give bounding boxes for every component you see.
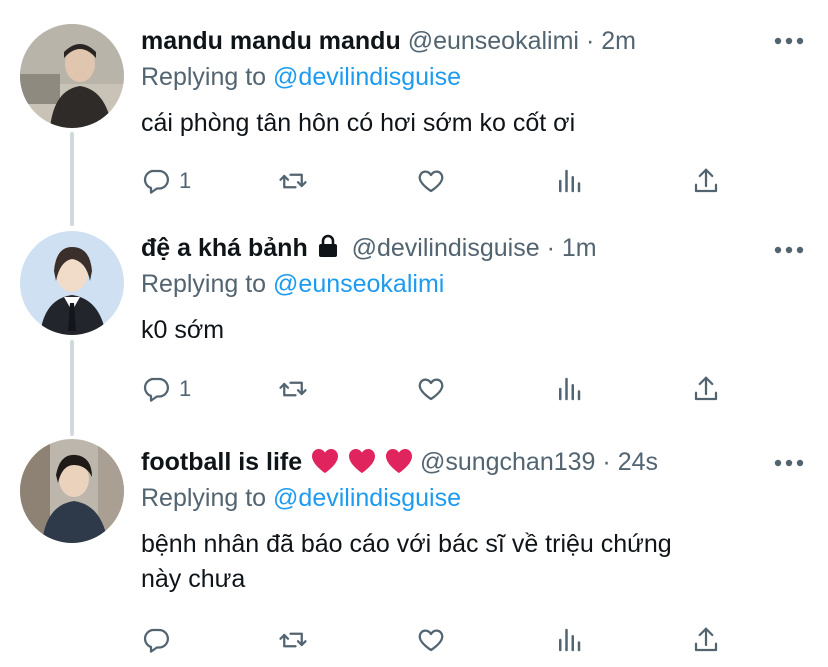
reply-bubble-icon <box>143 377 169 402</box>
like-button[interactable] <box>416 372 446 406</box>
reply-button[interactable]: 1 <box>141 372 191 406</box>
display-name[interactable]: đệ a khá bảnh <box>141 234 308 262</box>
share-upload-icon <box>694 168 718 193</box>
analytics-bars-icon <box>559 628 581 652</box>
retweet-icon <box>279 632 307 648</box>
reply-count: 1 <box>179 168 192 193</box>
tweet[interactable]: football is life @sungchan139 · 24s Repl… <box>0 423 828 667</box>
reply-count: 1 <box>179 376 192 401</box>
user-handle[interactable]: @devilindisguise <box>352 234 540 262</box>
share-button[interactable] <box>691 372 721 406</box>
tweet-text: cái phòng tân hôn có hơi sớm ko cốt ơi <box>141 109 576 137</box>
tweet-header: đệ a khá bảnh @devilindisguise · 1m <box>141 231 808 265</box>
analytics-button[interactable] <box>554 623 584 657</box>
reply-button[interactable] <box>141 623 179 657</box>
retweet-button[interactable] <box>278 372 308 406</box>
share-button[interactable] <box>691 623 721 657</box>
mention-link[interactable]: @devilindisguise <box>273 63 461 91</box>
avatar-photo <box>20 231 124 335</box>
like-button[interactable] <box>416 164 446 198</box>
tweet-header: mandu mandu mandu @eunseokalimi · 2m <box>141 24 808 58</box>
tweet-text: bệnh nhân đã báo cáo với bác sĩ về triệu… <box>141 527 808 597</box>
tweet-text: k0 sớm <box>141 316 225 344</box>
timestamp[interactable]: 2m <box>601 27 636 55</box>
more-dots-icon[interactable] <box>774 37 804 45</box>
timestamp[interactable]: 1m <box>562 234 597 262</box>
tweet[interactable]: đệ a khá bảnh @devilindisguise · 1m Repl… <box>0 215 828 423</box>
reply-bubble-icon <box>143 169 169 194</box>
retweet-icon <box>279 173 307 189</box>
share-button[interactable] <box>691 164 721 198</box>
red-heart-emoji-icon <box>385 449 412 473</box>
analytics-button[interactable] <box>554 372 584 406</box>
retweet-button[interactable] <box>278 623 308 657</box>
display-name[interactable]: mandu mandu mandu <box>141 27 401 55</box>
tweet[interactable]: mandu mandu mandu @eunseokalimi · 2m Rep… <box>0 0 828 215</box>
display-name[interactable]: football is life <box>141 448 302 476</box>
avatar-photo <box>20 439 124 543</box>
tweet-actions <box>141 623 741 657</box>
more-dots-icon[interactable] <box>774 246 804 254</box>
analytics-bars-icon <box>559 377 581 401</box>
replying-to-label: Replying to <box>141 270 267 298</box>
retweet-button[interactable] <box>278 164 308 198</box>
reply-bubble-icon <box>143 628 169 653</box>
heart-icon <box>418 170 444 193</box>
tweet-actions: 1 <box>141 372 741 406</box>
tweet-actions: 1 <box>141 164 741 198</box>
avatar[interactable] <box>20 439 124 543</box>
reply-button[interactable]: 1 <box>141 164 191 198</box>
tweet-text-line: bệnh nhân đã báo cáo với bác sĩ về triệu… <box>141 530 672 558</box>
retweet-icon <box>279 381 307 397</box>
share-upload-icon <box>694 376 718 401</box>
mention-link[interactable]: @devilindisguise <box>273 484 461 512</box>
replying-to-label: Replying to <box>141 484 267 512</box>
user-handle[interactable]: @eunseokalimi <box>408 27 579 55</box>
red-heart-emoji-icon <box>312 449 339 473</box>
replying-to: Replying to @eunseokalimi <box>141 267 808 301</box>
lock-icon <box>318 234 337 257</box>
share-upload-icon <box>694 627 718 652</box>
avatar[interactable] <box>20 24 124 128</box>
heart-icon <box>418 378 444 401</box>
more-dots-icon[interactable] <box>774 459 804 467</box>
replying-to: Replying to @devilindisguise <box>141 60 808 94</box>
timestamp[interactable]: 24s <box>618 448 658 476</box>
analytics-button[interactable] <box>554 164 584 198</box>
analytics-bars-icon <box>559 169 581 193</box>
user-handle[interactable]: @sungchan139 <box>420 448 596 476</box>
separator-dot: · <box>602 448 611 476</box>
tweet-text-line: này chưa <box>141 565 246 593</box>
mention-link[interactable]: @eunseokalimi <box>273 270 444 298</box>
red-heart-emoji-icon <box>349 449 376 473</box>
separator-dot: · <box>546 234 555 262</box>
replying-to-label: Replying to <box>141 63 267 91</box>
heart-icon <box>418 629 444 652</box>
separator-dot: · <box>585 27 595 55</box>
replying-to: Replying to @devilindisguise <box>141 481 808 515</box>
tweet-header: football is life @sungchan139 · 24s <box>141 445 808 479</box>
avatar-photo <box>20 24 124 128</box>
avatar[interactable] <box>20 231 124 335</box>
like-button[interactable] <box>416 623 446 657</box>
